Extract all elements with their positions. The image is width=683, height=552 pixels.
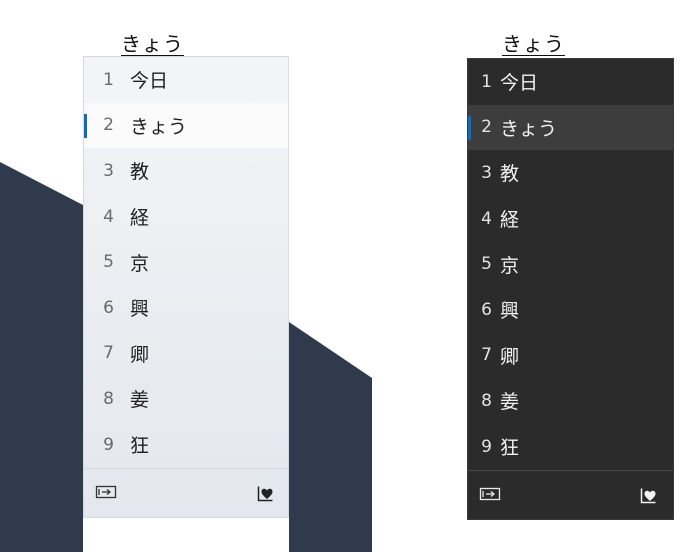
candidate-number: 8 xyxy=(481,390,492,411)
candidate-text: 姜 xyxy=(500,391,520,414)
candidate-text: 経 xyxy=(500,209,520,232)
candidate-number: 4 xyxy=(481,208,492,229)
candidate-text: 興 xyxy=(500,300,520,323)
candidate-footer xyxy=(84,468,288,517)
candidate-item[interactable]: 5 京 xyxy=(468,241,673,287)
candidate-number: 9 xyxy=(481,436,492,457)
candidate-number: 7 xyxy=(481,345,492,366)
candidate-number: 4 xyxy=(103,206,114,227)
candidate-number: 1 xyxy=(103,69,114,90)
selection-indicator xyxy=(468,115,471,140)
candidate-item[interactable]: 9 狂 xyxy=(468,424,673,470)
candidate-text: 狂 xyxy=(500,437,520,460)
candidate-text: 今日 xyxy=(130,70,169,93)
candidate-text: 経 xyxy=(130,207,150,230)
candidate-item[interactable]: 4 経 xyxy=(84,194,288,240)
candidate-item[interactable]: 5 京 xyxy=(84,239,288,285)
candidate-number: 2 xyxy=(481,117,492,138)
candidate-text: 狂 xyxy=(130,435,150,458)
selection-indicator xyxy=(84,113,87,138)
candidate-text: 姜 xyxy=(130,389,150,412)
candidate-window-light: 1 今日 2 きょう 3 教 4 経 5 京 6 興 7 卿 8 姜 9 狂 xyxy=(83,56,289,518)
candidate-number: 9 xyxy=(103,434,114,455)
candidate-text: 興 xyxy=(130,298,150,321)
candidate-number: 8 xyxy=(103,388,114,409)
expand-candidates-icon[interactable] xyxy=(479,485,501,507)
candidate-text: 京 xyxy=(500,254,520,277)
candidate-item[interactable]: 4 経 xyxy=(468,196,673,242)
candidate-number: 6 xyxy=(103,297,114,318)
candidate-text: 今日 xyxy=(500,72,539,95)
candidate-footer xyxy=(468,470,673,519)
candidate-number: 1 xyxy=(481,71,492,92)
composition-text-light: きょう xyxy=(121,32,184,56)
candidate-item-selected[interactable]: 2 きょう xyxy=(84,102,288,149)
expand-candidates-icon[interactable] xyxy=(95,483,117,505)
candidate-number: 5 xyxy=(481,254,492,275)
candidate-number: 3 xyxy=(103,160,114,181)
candidate-number: 5 xyxy=(103,252,114,273)
candidate-item[interactable]: 8 姜 xyxy=(84,376,288,422)
emoji-heart-icon[interactable] xyxy=(256,483,276,507)
emoji-heart-icon[interactable] xyxy=(639,485,659,509)
candidate-text: 卿 xyxy=(130,343,150,366)
candidate-number: 2 xyxy=(103,115,114,136)
candidate-text: 卿 xyxy=(500,345,520,368)
candidate-item[interactable]: 7 卿 xyxy=(468,333,673,379)
candidate-text: きょう xyxy=(500,117,558,140)
candidate-item[interactable]: 6 興 xyxy=(468,287,673,333)
candidate-item-selected[interactable]: 2 きょう xyxy=(468,104,673,151)
candidate-item[interactable]: 8 姜 xyxy=(468,378,673,424)
candidate-text: 京 xyxy=(130,252,150,275)
candidate-window-dark: 1 今日 2 きょう 3 教 4 経 5 京 6 興 7 卿 8 姜 9 狂 xyxy=(467,58,674,520)
candidate-item[interactable]: 9 狂 xyxy=(84,422,288,468)
candidate-item[interactable]: 1 今日 xyxy=(84,57,288,103)
candidate-number: 7 xyxy=(103,343,114,364)
composition-text-dark: きょう xyxy=(502,32,565,56)
candidate-item[interactable]: 1 今日 xyxy=(468,59,673,105)
candidate-item[interactable]: 7 卿 xyxy=(84,331,288,377)
candidate-item[interactable]: 6 興 xyxy=(84,285,288,331)
candidate-text: 教 xyxy=(130,161,150,184)
candidate-number: 6 xyxy=(481,299,492,320)
candidate-item[interactable]: 3 教 xyxy=(468,150,673,196)
candidate-item[interactable]: 3 教 xyxy=(84,148,288,194)
candidate-number: 3 xyxy=(481,162,492,183)
candidate-text: 教 xyxy=(500,163,520,186)
candidate-text: きょう xyxy=(130,115,188,138)
